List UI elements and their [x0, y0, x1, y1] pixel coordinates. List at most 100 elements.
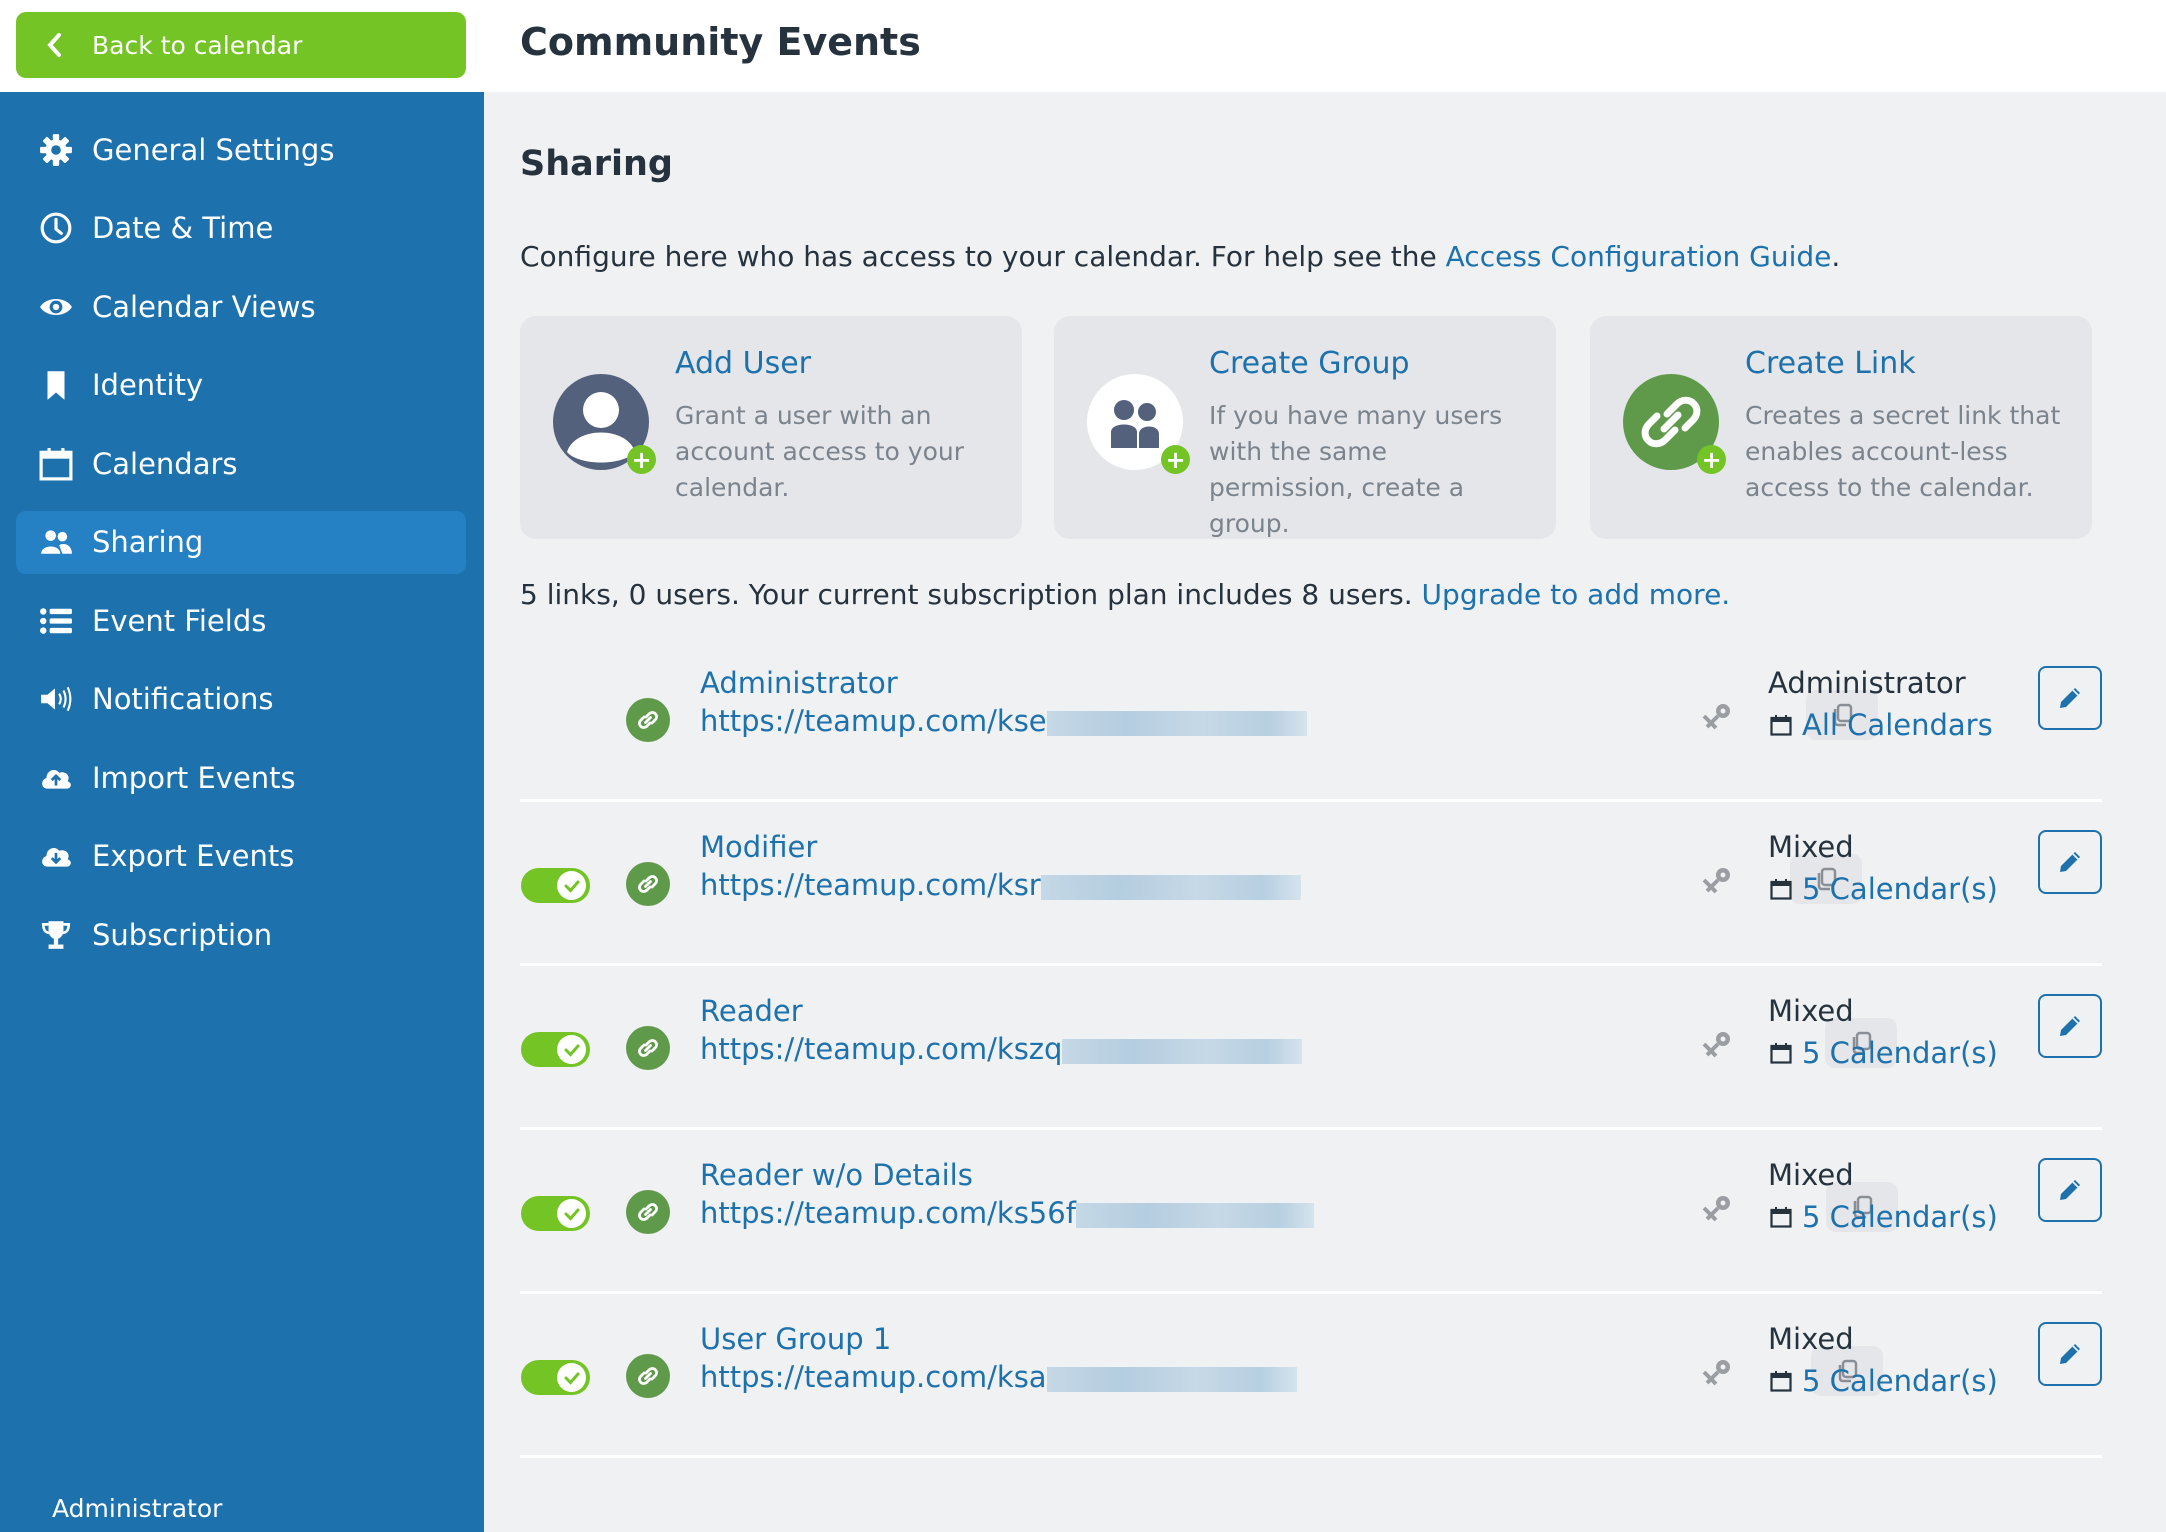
- plus-icon: +: [1161, 445, 1190, 474]
- calendars-access: 5 Calendar(s): [1770, 1364, 1998, 1398]
- card-description: Creates a secret link that enables accou…: [1745, 401, 2061, 502]
- back-to-calendar-button[interactable]: Back to calendar: [16, 12, 466, 78]
- redacted-url-segment: [1040, 874, 1301, 900]
- sidebar-item-subscription[interactable]: Subscription: [16, 903, 466, 966]
- plus-icon: +: [627, 445, 656, 474]
- sidebar-item-label: Event Fields: [92, 603, 267, 638]
- calendar-icon: [1770, 1371, 1792, 1392]
- share-name[interactable]: Reader w/o Details: [700, 1158, 973, 1192]
- pencil-icon: [2060, 1180, 2080, 1200]
- sidebar-item-label: Calendar Views: [92, 289, 316, 324]
- plus-icon: +: [1697, 445, 1726, 474]
- link-icon: [626, 698, 670, 742]
- calendar-icon: [1770, 715, 1792, 736]
- pencil-icon: [2060, 688, 2080, 708]
- sidebar-item-calendars[interactable]: Calendars: [16, 432, 466, 495]
- sidebar-item-general-settings[interactable]: General Settings: [16, 118, 466, 181]
- edit-button[interactable]: [2038, 1322, 2102, 1386]
- card-description: Grant a user with an account access to y…: [675, 401, 964, 502]
- share-url[interactable]: https://teamup.com/ksa: [700, 1360, 1297, 1394]
- sharing-list: Administrator https://teamup.com/kse Adm…: [520, 638, 2140, 1458]
- access-guide-link[interactable]: Access Configuration Guide: [1446, 240, 1832, 273]
- permission-role: Mixed: [1768, 1322, 1854, 1356]
- bookmark-icon: [16, 368, 92, 402]
- back-to-calendar-label: Back to calendar: [92, 30, 303, 60]
- calendars-link[interactable]: 5 Calendar(s): [1802, 1036, 1998, 1070]
- calendars-link[interactable]: 5 Calendar(s): [1802, 1200, 1998, 1234]
- redacted-url-segment: [1062, 1038, 1303, 1064]
- calendar-icon: [1770, 1043, 1792, 1064]
- active-toggle[interactable]: [521, 1196, 590, 1231]
- permission-role: Mixed: [1768, 994, 1854, 1028]
- eye-icon: [16, 290, 92, 324]
- sidebar-item-calendar-views[interactable]: Calendar Views: [16, 275, 466, 338]
- clock-icon: [16, 211, 92, 245]
- share-url[interactable]: https://teamup.com/ksr: [700, 868, 1301, 902]
- calendars-access: All Calendars: [1770, 708, 1993, 742]
- calendars-link[interactable]: 5 Calendar(s): [1802, 872, 1998, 906]
- edit-button[interactable]: [2038, 830, 2102, 894]
- link-icon: [626, 1354, 670, 1398]
- link-icon: [626, 862, 670, 906]
- sidebar-item-notifications[interactable]: Notifications: [16, 668, 466, 731]
- share-url-text: https://teamup.com/ksa: [700, 1360, 1047, 1394]
- calendar-icon: [16, 447, 92, 481]
- intro-text-end: .: [1831, 240, 1841, 273]
- create-link-card[interactable]: + Create Link Creates a secret link that…: [1590, 316, 2092, 539]
- active-toggle[interactable]: [521, 1032, 590, 1067]
- active-toggle[interactable]: [521, 1360, 590, 1395]
- permission-role: Administrator: [1768, 666, 1966, 700]
- share-url-text: https://teamup.com/ks56f: [700, 1196, 1076, 1230]
- gear-icon: [16, 133, 92, 167]
- cloud-download-icon: [16, 839, 92, 873]
- sidebar-item-identity[interactable]: Identity: [16, 354, 466, 417]
- active-toggle[interactable]: [521, 868, 590, 903]
- sidebar-item-import-events[interactable]: Import Events: [16, 746, 466, 809]
- share-name[interactable]: Administrator: [700, 666, 898, 700]
- share-name[interactable]: Modifier: [700, 830, 817, 864]
- card-title[interactable]: Add User: [675, 346, 811, 381]
- sidebar-top: Back to calendar: [0, 0, 484, 92]
- calendars-access: 5 Calendar(s): [1770, 872, 1998, 906]
- page-title: Community Events: [520, 20, 921, 64]
- add-user-card[interactable]: + Add User Grant a user with an account …: [520, 316, 1022, 539]
- upgrade-link[interactable]: Upgrade to add more.: [1422, 578, 1731, 611]
- share-url-text: https://teamup.com/kse: [700, 704, 1047, 738]
- calendars-access: 5 Calendar(s): [1770, 1200, 1998, 1234]
- sidebar-item-date-time[interactable]: Date & Time: [16, 197, 466, 260]
- sidebar-item-label: Identity: [92, 368, 204, 402]
- share-name[interactable]: Reader: [700, 994, 803, 1028]
- sidebar-item-label: Export Events: [92, 839, 295, 873]
- sidebar-item-export-events[interactable]: Export Events: [16, 825, 466, 888]
- share-name[interactable]: User Group 1: [700, 1322, 891, 1356]
- edit-button[interactable]: [2038, 1158, 2102, 1222]
- sharing-row: Reader https://teamup.com/kszq Mixed 5 C…: [520, 966, 2102, 1130]
- pencil-icon: [2060, 1344, 2080, 1364]
- action-cards: + Add User Grant a user with an account …: [520, 316, 2092, 539]
- card-title[interactable]: Create Group: [1209, 346, 1410, 381]
- card-title[interactable]: Create Link: [1745, 346, 1916, 381]
- sidebar-item-label: General Settings: [92, 132, 335, 167]
- sidebar-nav: General Settings Date & Time Calendar Vi…: [16, 118, 466, 982]
- chevron-left-icon: [16, 32, 92, 58]
- create-group-card[interactable]: + Create Group If you have many users wi…: [1054, 316, 1556, 539]
- card-description: If you have many users with the same per…: [1209, 401, 1503, 538]
- page-header: Community Events: [484, 0, 2166, 92]
- intro-text: Configure here who has access to your ca…: [520, 240, 1840, 273]
- sidebar-item-event-fields[interactable]: Event Fields: [16, 589, 466, 652]
- share-url[interactable]: https://teamup.com/kse: [700, 704, 1307, 738]
- calendars-link[interactable]: 5 Calendar(s): [1802, 1364, 1998, 1398]
- calendars-link[interactable]: All Calendars: [1802, 708, 1993, 742]
- sidebar-item-sharing[interactable]: Sharing: [16, 510, 466, 574]
- pencil-icon: [2060, 852, 2080, 872]
- permission-role: Mixed: [1768, 830, 1854, 864]
- users-icon: [16, 525, 92, 559]
- megaphone-icon: [16, 682, 92, 716]
- sidebar-item-label: Calendars: [92, 446, 238, 481]
- share-url[interactable]: https://teamup.com/kszq: [700, 1032, 1303, 1066]
- edit-button[interactable]: [2038, 666, 2102, 730]
- share-url[interactable]: https://teamup.com/ks56f: [700, 1196, 1314, 1230]
- edit-button[interactable]: [2038, 994, 2102, 1058]
- redacted-url-segment: [1046, 710, 1307, 736]
- check-icon: [557, 1035, 586, 1064]
